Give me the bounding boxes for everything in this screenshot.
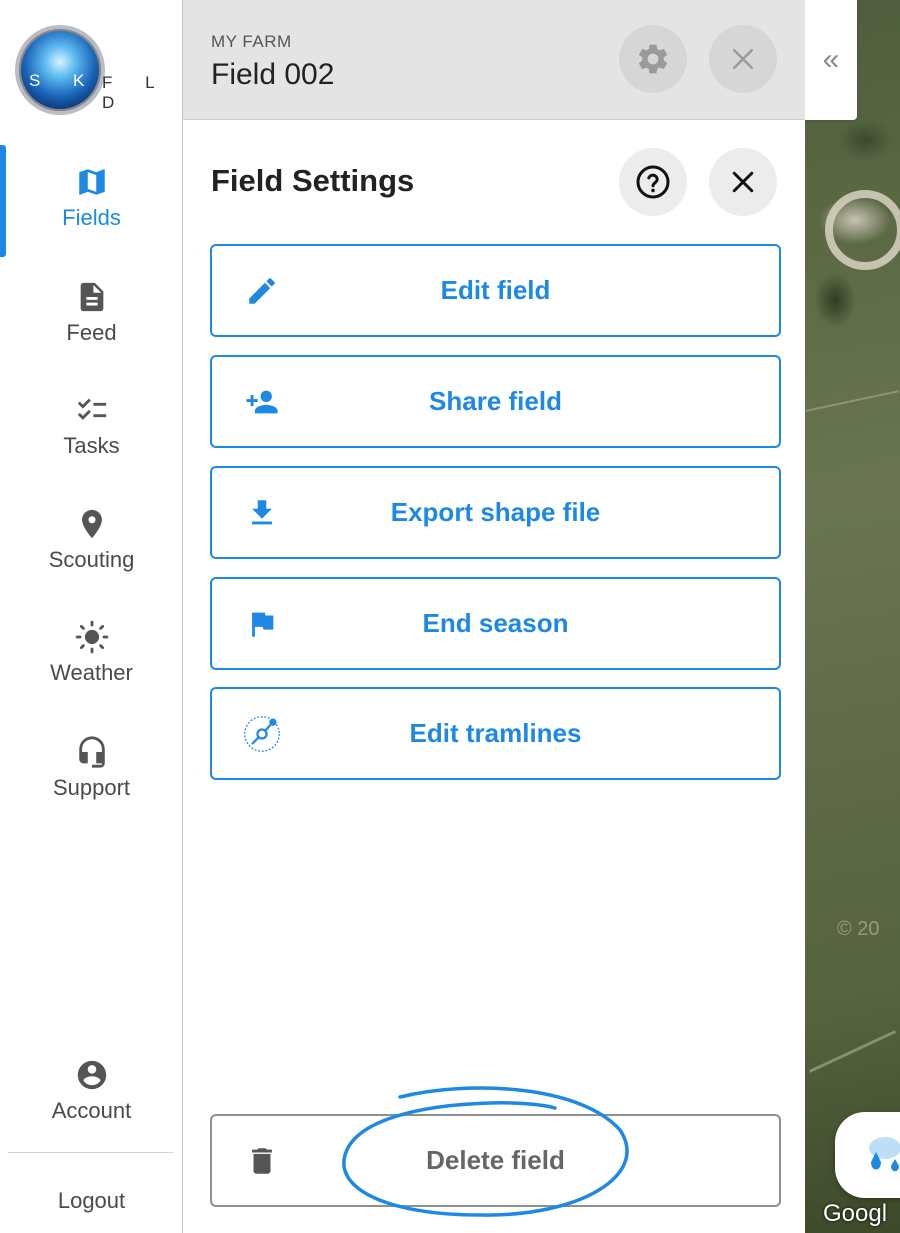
sidebar-item-fields[interactable]: Fields	[0, 165, 183, 231]
action-label: Edit field	[440, 275, 551, 305]
sidebar-divider	[8, 1152, 173, 1153]
sidebar-item-tasks[interactable]: Tasks	[0, 393, 183, 459]
field-settings-button[interactable]	[619, 25, 687, 93]
location-pin-icon	[81, 509, 102, 539]
sidebar-item-feed[interactable]: Feed	[0, 280, 183, 346]
weather-layer-button[interactable]	[835, 1112, 900, 1198]
headset-icon	[78, 736, 105, 768]
close-field-button[interactable]	[709, 25, 777, 93]
map-field-boundary	[808, 1030, 897, 1073]
logo-globe	[15, 25, 105, 115]
action-label: Edit tramlines	[409, 718, 582, 748]
end-season-button[interactable]: End season	[210, 577, 781, 670]
sidebar-item-label: Account	[51, 1098, 132, 1123]
close-icon	[733, 49, 753, 69]
trash-icon	[242, 1141, 282, 1181]
sidebar-item-label: Fields	[62, 205, 121, 230]
map-field-boundary	[805, 390, 900, 412]
field-header: MY FARM Field 002	[183, 0, 805, 120]
sidebar-item-support[interactable]: Support	[0, 735, 183, 801]
sun-icon	[75, 620, 108, 654]
skyfld-logo[interactable]: S K Y F L D	[15, 25, 175, 115]
close-icon	[732, 171, 754, 193]
sidebar-item-label: Support	[52, 775, 131, 800]
map-icon	[78, 169, 105, 195]
field-settings-panel: Field Settings Edit field Share field Ex…	[183, 120, 805, 1233]
tramline-icon	[242, 714, 282, 754]
sidebar-item-account[interactable]: Account	[0, 1058, 183, 1124]
rain-cloud-icon	[869, 1137, 900, 1172]
map-roundabout	[825, 190, 900, 270]
sidebar-item-label: Scouting	[48, 547, 135, 572]
document-icon	[80, 282, 103, 312]
sidebar-item-label: Tasks	[63, 433, 120, 458]
sidebar-item-label: Feed	[66, 320, 117, 345]
action-label: End season	[422, 608, 569, 638]
collapse-panel-button[interactable]: «	[805, 0, 857, 120]
action-label: Share field	[429, 386, 562, 416]
sidebar-item-weather[interactable]: Weather	[0, 620, 183, 686]
farm-name: MY FARM	[211, 32, 292, 51]
sidebar: S K Y F L D Fields Feed Tasks Scouting W…	[0, 0, 188, 1233]
help-icon	[636, 165, 670, 199]
logo-text-right: F L D	[102, 73, 168, 112]
edit-field-button[interactable]: Edit field	[210, 244, 781, 337]
checklist-icon	[77, 398, 106, 420]
share-field-button[interactable]: Share field	[210, 355, 781, 448]
sidebar-item-label: Weather	[50, 660, 133, 685]
logout-label: Logout	[57, 1188, 126, 1213]
gear-icon	[638, 44, 668, 74]
sidebar-item-scouting[interactable]: Scouting	[0, 507, 183, 573]
action-label: Export shape file	[390, 497, 601, 527]
panel-title: Field Settings	[211, 163, 415, 198]
account-circle-icon	[77, 1060, 106, 1090]
add-person-icon	[242, 382, 282, 422]
double-chevron-left-icon: «	[822, 43, 840, 76]
field-name: Field 002	[211, 58, 335, 91]
export-shape-file-button[interactable]: Export shape file	[210, 466, 781, 559]
download-icon	[242, 493, 282, 533]
logout-link[interactable]: Logout	[0, 1182, 183, 1214]
help-button[interactable]	[619, 148, 687, 216]
pencil-icon	[242, 271, 282, 311]
google-attribution: Googl	[823, 1200, 888, 1227]
satellite-map[interactable]: © 20 Googl	[805, 0, 900, 1233]
edit-tramlines-button[interactable]: Edit tramlines	[210, 687, 781, 780]
close-panel-button[interactable]	[709, 148, 777, 216]
map-watermark: © 20	[837, 918, 880, 940]
annotation-circle	[342, 1086, 629, 1217]
flag-icon	[242, 604, 282, 644]
